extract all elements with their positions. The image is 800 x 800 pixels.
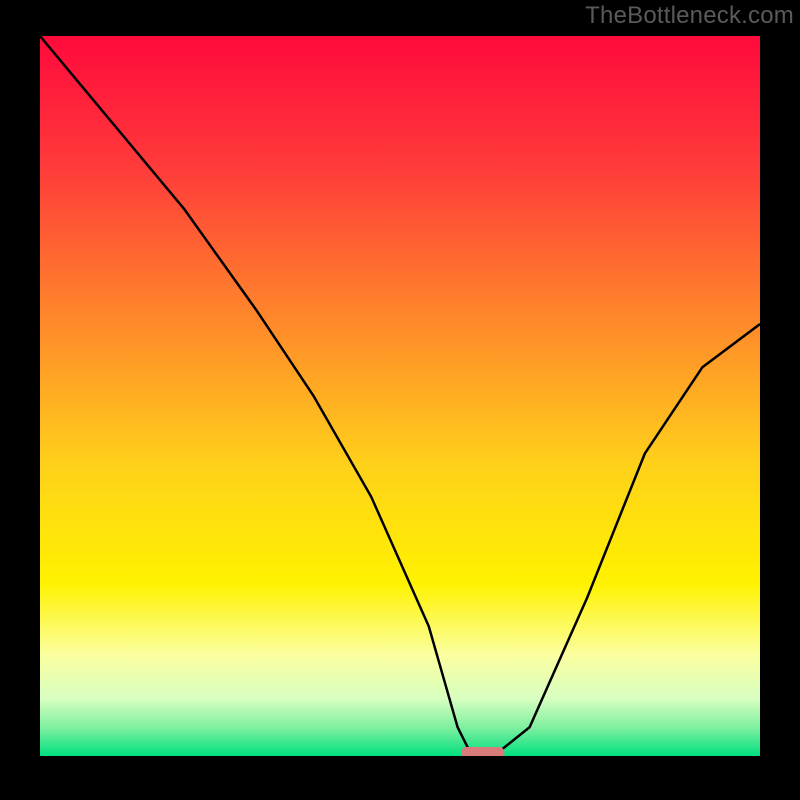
plot-area (40, 36, 760, 756)
chart-background (40, 36, 760, 756)
watermark-label: TheBottleneck.com (585, 2, 794, 30)
optimal-marker (461, 747, 504, 756)
chart-svg (40, 36, 760, 756)
chart-frame: TheBottleneck.com (0, 0, 800, 800)
